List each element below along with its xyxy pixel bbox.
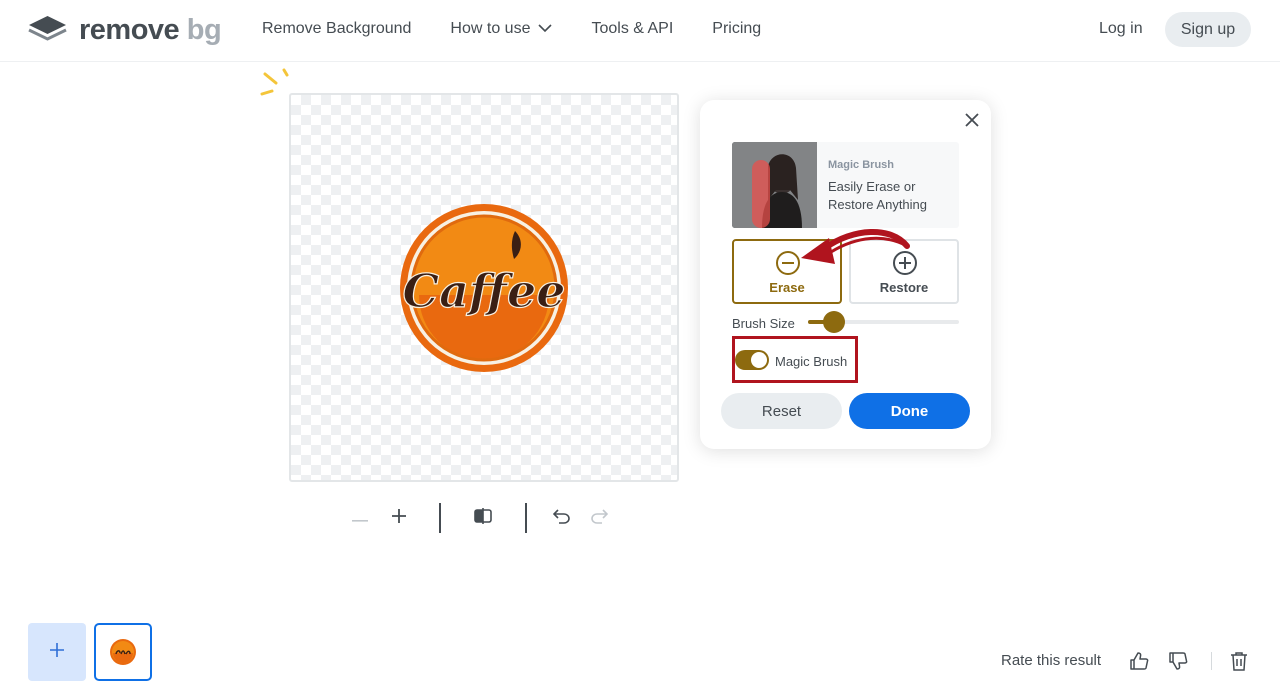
- close-icon: [962, 113, 982, 134]
- undo-icon: [552, 508, 571, 529]
- restore-mode-button[interactable]: Restore: [849, 239, 959, 304]
- redo-button[interactable]: [587, 506, 611, 530]
- thumbs-down-icon: [1167, 652, 1189, 676]
- erase-label: Erase: [769, 280, 805, 295]
- promo-thumbnail: [732, 142, 817, 228]
- top-header: remove bg Remove Background How to use T…: [0, 0, 1280, 62]
- magic-brush-label: Magic Brush: [775, 354, 848, 369]
- done-button[interactable]: Done: [849, 393, 970, 429]
- promo-kicker: Magic Brush: [828, 159, 895, 171]
- canvas-toolbar: [340, 503, 620, 533]
- zoom-out-button[interactable]: [348, 506, 372, 530]
- compare-icon: [474, 507, 492, 529]
- restore-label: Restore: [879, 280, 929, 295]
- nav-how-to-use[interactable]: How to use: [450, 20, 553, 38]
- login-link[interactable]: Log in: [1099, 20, 1143, 38]
- rate-result-label: Rate this result: [1001, 652, 1102, 669]
- sparkle-icon: [258, 68, 292, 105]
- brush-size-thumb[interactable]: [822, 311, 845, 333]
- chevron-down-icon: [538, 20, 553, 38]
- image-thumbnail[interactable]: [94, 623, 152, 681]
- thumbs-up-icon: [1128, 652, 1150, 676]
- page: remove bg Remove Background How to use T…: [0, 0, 1280, 700]
- undo-button[interactable]: [550, 506, 574, 530]
- thumbs-up-button[interactable]: [1128, 650, 1150, 672]
- magic-brush-toggle[interactable]: [735, 350, 769, 370]
- logo[interactable]: remove bg: [28, 14, 222, 47]
- redo-icon: [590, 508, 609, 529]
- logo-text: remove bg: [79, 14, 222, 46]
- image-canvas[interactable]: Caffee: [289, 93, 679, 482]
- toolbar-divider: [439, 503, 441, 533]
- add-icon: [49, 642, 65, 663]
- magic-brush-toggle-row: Magic Brush: [732, 336, 858, 383]
- zoom-out-icon: [352, 509, 368, 527]
- thumbs-down-button[interactable]: [1167, 650, 1189, 672]
- logo-layers-icon: [28, 14, 67, 47]
- reset-button[interactable]: Reset: [721, 393, 842, 429]
- main-nav: Remove Background How to use Tools & API…: [262, 20, 800, 38]
- toggle-knob: [751, 352, 767, 368]
- promo-description: Easily Erase or Restore Anything: [828, 179, 928, 212]
- brush-size-label: Brush Size: [732, 316, 795, 331]
- toolbar-divider: [525, 503, 527, 533]
- magic-brush-promo: Magic Brush Easily Erase or Restore Anyt…: [732, 142, 959, 228]
- footer-divider: [1211, 652, 1212, 670]
- delete-button[interactable]: [1228, 650, 1250, 672]
- erase-mode-button[interactable]: Erase: [732, 239, 842, 304]
- zoom-in-button[interactable]: [387, 506, 411, 530]
- nav-tools-api[interactable]: Tools & API: [591, 20, 673, 38]
- signup-button[interactable]: Sign up: [1165, 12, 1251, 47]
- magic-brush-panel: Magic Brush Easily Erase or Restore Anyt…: [700, 100, 991, 449]
- coffee-thumbnail-image: [110, 639, 136, 665]
- coffee-logo-image: Caffee: [397, 203, 571, 378]
- brush-size-slider[interactable]: [808, 311, 959, 333]
- compare-button[interactable]: [471, 506, 495, 530]
- coffee-logo-text: Caffee: [403, 264, 566, 318]
- nav-remove-background[interactable]: Remove Background: [262, 20, 411, 38]
- close-button[interactable]: [962, 110, 982, 130]
- zoom-in-icon: [391, 508, 407, 529]
- trash-icon: [1228, 652, 1250, 676]
- nav-pricing[interactable]: Pricing: [712, 20, 761, 38]
- add-image-button[interactable]: [28, 623, 86, 681]
